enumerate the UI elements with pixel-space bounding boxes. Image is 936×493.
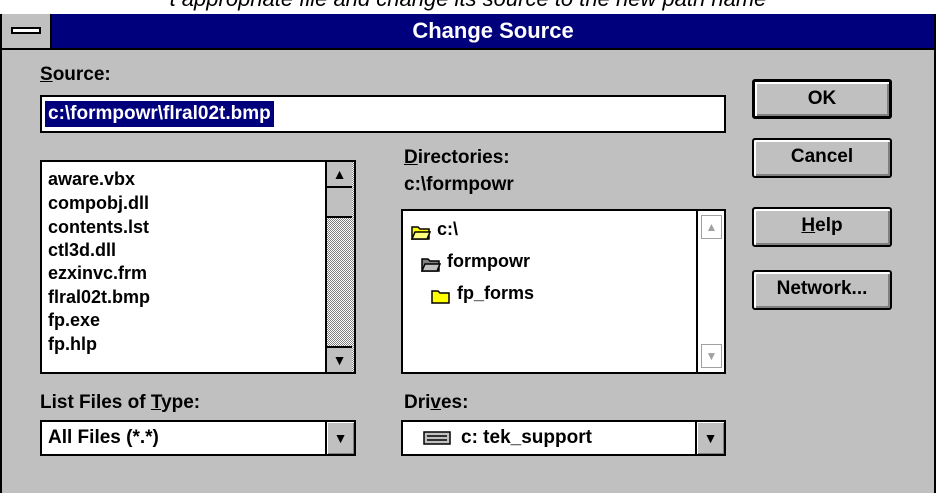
system-menu-button[interactable] <box>2 14 52 48</box>
scroll-up-icon: ▲ <box>701 215 722 239</box>
system-menu-icon <box>11 27 41 34</box>
file-list-scrollbar[interactable]: ▲ ▼ <box>325 162 354 372</box>
help-button[interactable]: Help <box>752 207 892 247</box>
directory-list[interactable]: c:\ formpowr fp_forms ▲ ▼ <box>401 209 726 374</box>
list-item[interactable]: ctl3d.dll <box>48 240 116 261</box>
file-list[interactable]: aware.vbx compobj.dll contents.lst ctl3d… <box>40 160 356 374</box>
list-item[interactable]: flral02t.bmp <box>48 287 150 308</box>
source-label: Source: <box>40 64 111 85</box>
source-value: c:\formpowr\flral02t.bmp <box>45 101 274 127</box>
directory-item[interactable]: c:\ <box>437 219 458 240</box>
list-item[interactable]: fp.exe <box>48 310 100 331</box>
list-item[interactable]: compobj.dll <box>48 193 149 214</box>
change-source-dialog: Change Source Source: c:\formpowr\flral0… <box>0 14 936 493</box>
folder-icon <box>431 290 450 304</box>
directories-label: Directories: <box>404 147 510 168</box>
title-bar: Change Source <box>2 14 934 50</box>
scroll-up-icon[interactable]: ▲ <box>327 162 352 188</box>
file-type-select[interactable]: All Files (*.*) ▼ <box>40 420 356 456</box>
scroll-thumb[interactable] <box>327 188 352 218</box>
file-type-value: All Files (*.*) <box>48 427 159 448</box>
file-type-label: List Files of Type: <box>40 392 201 413</box>
scroll-down-icon: ▼ <box>701 344 722 368</box>
current-directory-path: c:\formpowr <box>404 174 514 195</box>
source-input[interactable]: c:\formpowr\flral02t.bmp <box>40 95 726 133</box>
hard-drive-icon <box>423 431 451 445</box>
list-item[interactable]: ezxinvc.frm <box>48 263 147 284</box>
network-button[interactable]: Network... <box>752 270 892 310</box>
background-caption: t appropriate file and change its source… <box>0 0 936 12</box>
list-item[interactable]: contents.lst <box>48 217 149 238</box>
drives-label: Drives: <box>404 392 469 413</box>
open-folder-icon <box>421 258 441 272</box>
drives-value: c: tek_support <box>461 427 592 448</box>
dropdown-arrow-icon[interactable]: ▼ <box>695 422 724 454</box>
cancel-button[interactable]: Cancel <box>752 138 892 178</box>
dialog-title: Change Source <box>412 18 574 43</box>
dropdown-arrow-icon[interactable]: ▼ <box>325 422 354 454</box>
open-folder-icon <box>411 226 431 240</box>
directory-list-scrollbar: ▲ ▼ <box>696 211 724 372</box>
directory-item[interactable]: fp_forms <box>457 283 534 304</box>
list-item[interactable]: aware.vbx <box>48 169 135 190</box>
ok-button[interactable]: OK <box>752 79 892 119</box>
drives-select[interactable]: c: tek_support ▼ <box>401 420 726 456</box>
list-item[interactable]: fp.hlp <box>48 334 97 355</box>
directory-item[interactable]: formpowr <box>447 251 530 272</box>
scroll-down-icon[interactable]: ▼ <box>327 346 352 372</box>
